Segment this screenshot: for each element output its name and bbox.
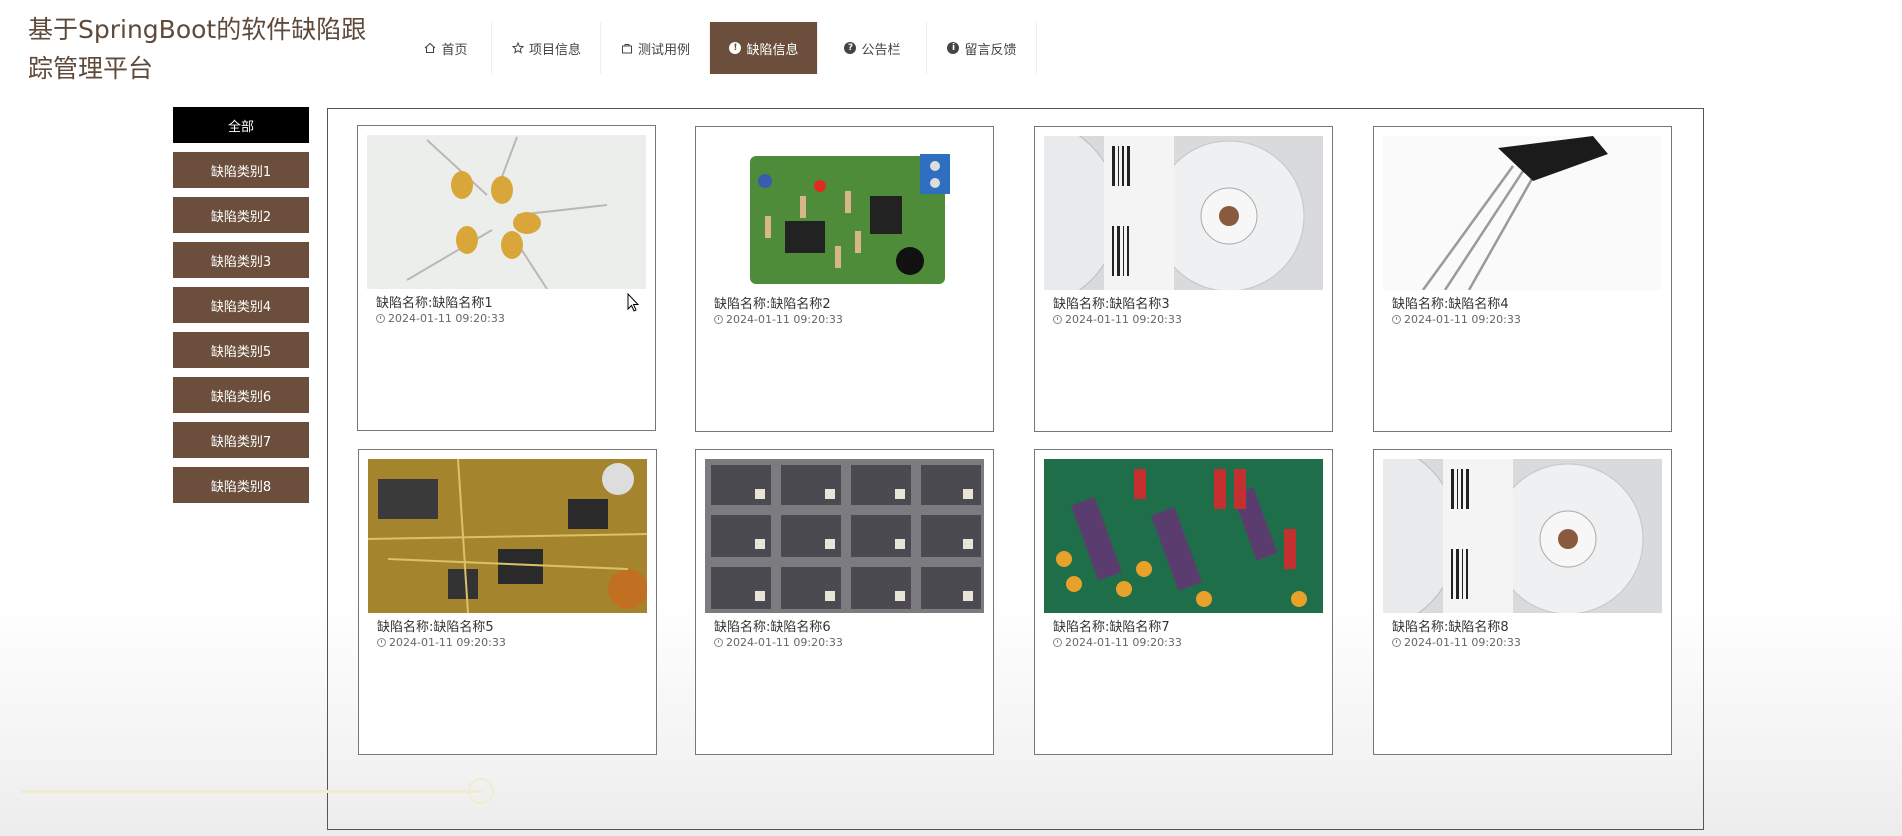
home-icon [423, 41, 437, 55]
clock-icon [1053, 638, 1062, 647]
site-title: 基于SpringBoot的软件缺陷跟踪管理平台 [28, 15, 367, 83]
exclamation-circle-icon: ! [728, 41, 742, 55]
defect-list-panel: 缺陷名称:缺陷名称1 2024-01-11 09:20:33 缺陷名称:缺陷名称… [327, 108, 1704, 830]
question-circle-icon: ? [843, 41, 857, 55]
defect-time-text: 2024-01-11 09:20:33 [1065, 313, 1182, 326]
green-pcb-photo[interactable] [1044, 459, 1323, 613]
defect-time: 2024-01-11 09:20:33 [377, 636, 506, 649]
clock-icon [714, 315, 723, 324]
clock-icon [1053, 315, 1062, 324]
category-item[interactable]: 缺陷类别5 [173, 332, 309, 368]
video-progress-track[interactable] [20, 790, 482, 793]
defect-card[interactable]: 缺陷名称:缺陷名称7 2024-01-11 09:20:33 [1034, 449, 1333, 755]
category-item[interactable]: 缺陷类别7 [173, 422, 309, 458]
nav-feedback[interactable]: i 留言反馈 [927, 22, 1037, 74]
clock-icon [1392, 638, 1401, 647]
defect-card[interactable]: 缺陷名称:缺陷名称2 2024-01-11 09:20:33 [695, 126, 994, 432]
defect-card[interactable]: 缺陷名称:缺陷名称4 2024-01-11 09:20:33 [1373, 126, 1672, 432]
nav-feedback-label: 留言反馈 [964, 42, 1017, 58]
defect-card[interactable]: 缺陷名称:缺陷名称1 2024-01-11 09:20:33 [357, 125, 656, 431]
component-reel-photo[interactable] [1044, 136, 1323, 290]
defect-time: 2024-01-11 09:20:33 [1392, 636, 1521, 649]
category-item[interactable]: 缺陷类别6 [173, 377, 309, 413]
category-item[interactable]: 缺陷类别3 [173, 242, 309, 278]
defect-time-text: 2024-01-11 09:20:33 [1404, 313, 1521, 326]
clock-icon [714, 638, 723, 647]
defect-card[interactable]: 缺陷名称:缺陷名称8 2024-01-11 09:20:33 [1373, 449, 1672, 755]
defect-name[interactable]: 缺陷名称:缺陷名称8 [1392, 616, 1509, 635]
defect-time: 2024-01-11 09:20:33 [1392, 313, 1521, 326]
defect-time-text: 2024-01-11 09:20:33 [726, 636, 843, 649]
main-nav: 首页 项目信息 测试用例 ! 缺陷信息 ? 公告栏 i 留言反馈 [400, 22, 1037, 74]
defect-name[interactable]: 缺陷名称:缺陷名称2 [714, 293, 831, 312]
info-circle-icon: i [946, 41, 960, 55]
defect-time: 2024-01-11 09:20:33 [376, 312, 505, 325]
defect-name[interactable]: 缺陷名称:缺陷名称6 [714, 616, 831, 635]
defect-time-text: 2024-01-11 09:20:33 [726, 313, 843, 326]
defect-time: 2024-01-11 09:20:33 [1053, 313, 1182, 326]
nav-home-label: 首页 [441, 42, 468, 58]
star-icon [511, 41, 525, 55]
defect-card[interactable]: 缺陷名称:缺陷名称6 2024-01-11 09:20:33 [695, 449, 994, 755]
nav-projects-label: 项目信息 [528, 42, 581, 58]
nav-projects[interactable]: 项目信息 [492, 22, 601, 74]
defect-time: 2024-01-11 09:20:33 [714, 313, 843, 326]
nav-testcases-label: 测试用例 [637, 42, 690, 58]
defect-card[interactable]: 缺陷名称:缺陷名称5 2024-01-11 09:20:33 [358, 449, 657, 755]
chips-grid-photo[interactable] [705, 459, 984, 613]
video-progress-handle[interactable] [468, 778, 494, 804]
defect-time: 2024-01-11 09:20:33 [714, 636, 843, 649]
category-sidebar: 全部 缺陷类别1 缺陷类别2 缺陷类别3 缺陷类别4 缺陷类别5 缺陷类别6 缺… [173, 107, 309, 512]
pcb-closeup-photo[interactable] [368, 459, 647, 613]
clock-icon [1392, 315, 1401, 324]
mouse-cursor-icon [627, 292, 641, 317]
defect-name[interactable]: 缺陷名称:缺陷名称5 [377, 616, 494, 635]
defect-card[interactable]: 缺陷名称:缺陷名称3 2024-01-11 09:20:33 [1034, 126, 1333, 432]
bag-icon [620, 41, 634, 55]
nav-defects-label: 缺陷信息 [746, 42, 799, 58]
circuit-board-photo[interactable] [705, 136, 984, 290]
category-item[interactable]: 缺陷类别1 [173, 152, 309, 188]
defect-time: 2024-01-11 09:20:33 [1053, 636, 1182, 649]
component-reel-photo[interactable] [1383, 459, 1662, 613]
defect-name[interactable]: 缺陷名称:缺陷名称1 [376, 292, 493, 311]
nav-defects[interactable]: ! 缺陷信息 [710, 22, 818, 74]
defect-name[interactable]: 缺陷名称:缺陷名称4 [1392, 293, 1509, 312]
nav-announcements[interactable]: ? 公告栏 [818, 22, 927, 74]
nav-announcements-label: 公告栏 [861, 42, 901, 58]
defect-name[interactable]: 缺陷名称:缺陷名称7 [1053, 616, 1170, 635]
category-all[interactable]: 全部 [173, 107, 309, 143]
transistor-photo[interactable] [1383, 136, 1662, 290]
defect-time-text: 2024-01-11 09:20:33 [389, 636, 506, 649]
category-item[interactable]: 缺陷类别2 [173, 197, 309, 233]
defect-time-text: 2024-01-11 09:20:33 [1404, 636, 1521, 649]
defect-time-text: 2024-01-11 09:20:33 [388, 312, 505, 325]
category-item[interactable]: 缺陷类别4 [173, 287, 309, 323]
capacitors-photo[interactable] [367, 135, 646, 289]
category-item[interactable]: 缺陷类别8 [173, 467, 309, 503]
clock-icon [377, 638, 386, 647]
nav-home[interactable]: 首页 [400, 22, 492, 74]
defect-name[interactable]: 缺陷名称:缺陷名称3 [1053, 293, 1170, 312]
nav-testcases[interactable]: 测试用例 [601, 22, 710, 74]
clock-icon [376, 314, 385, 323]
defect-time-text: 2024-01-11 09:20:33 [1065, 636, 1182, 649]
